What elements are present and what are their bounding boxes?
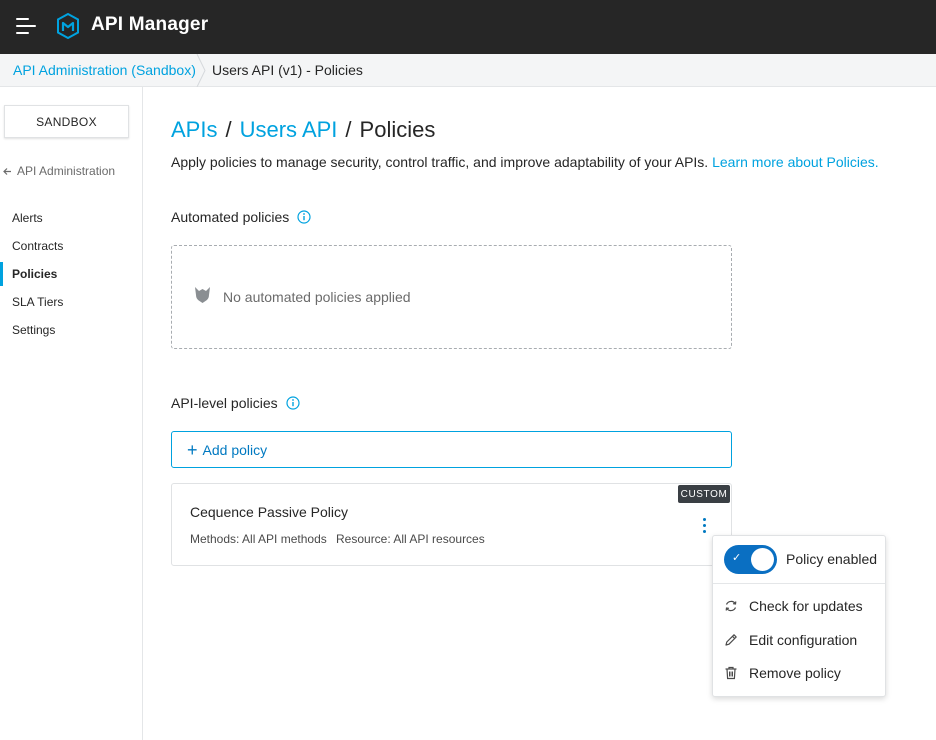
title-separator: / — [345, 117, 352, 142]
sidebar-item-label: Alerts — [12, 211, 43, 225]
breadcrumb: API Administration (Sandbox) Users API (… — [0, 54, 936, 87]
sidebar-item-settings[interactable]: Settings — [0, 318, 143, 342]
title-current: Policies — [359, 117, 436, 142]
sidebar-item-label: Policies — [12, 267, 58, 281]
toggle-knob — [751, 548, 774, 571]
menu-divider — [713, 583, 885, 584]
sidebar-item-alerts[interactable]: Alerts — [0, 206, 143, 230]
title-separator: / — [225, 117, 232, 142]
add-policy-label: Add policy — [202, 441, 268, 458]
hamburger-menu-icon[interactable] — [16, 17, 36, 35]
page-title: APIs / Users API / Policies — [171, 117, 435, 143]
policy-resource: Resource: All API resources — [336, 532, 485, 546]
breadcrumb-parent-link[interactable]: API Administration (Sandbox) — [13, 62, 196, 78]
menu-item-edit-configuration[interactable]: Edit configuration — [713, 625, 885, 655]
trash-icon — [725, 666, 737, 680]
app-title: API Manager — [91, 14, 209, 35]
description-text: Apply policies to manage security, contr… — [171, 154, 709, 170]
title-apis-link[interactable]: APIs — [171, 117, 217, 142]
page-description: Apply policies to manage security, contr… — [171, 154, 879, 170]
arrow-left-icon — [3, 167, 11, 175]
breadcrumb-current: Users API (v1) - Policies — [212, 62, 363, 78]
policy-enabled-label: Policy enabled — [786, 551, 878, 567]
sidebar-item-sla-tiers[interactable]: SLA Tiers — [0, 290, 143, 314]
mulesoft-logo-icon — [57, 13, 79, 39]
title-api-link[interactable]: Users API — [240, 117, 338, 142]
api-level-policies-title: API-level policies — [171, 395, 278, 411]
menu-item-label: Remove policy — [749, 665, 841, 681]
sidebar-item-policies[interactable]: Policies — [0, 262, 143, 286]
check-icon: ✓ — [732, 552, 742, 564]
custom-badge: CUSTOM — [678, 485, 730, 503]
environment-button[interactable]: SANDBOX — [4, 105, 129, 138]
learn-more-link[interactable]: Learn more about Policies. — [712, 154, 879, 170]
automated-policies-heading: Automated policies — [171, 209, 311, 225]
info-icon[interactable] — [286, 396, 300, 410]
sidebar-item-contracts[interactable]: Contracts — [0, 234, 143, 258]
policy-enabled-toggle[interactable]: ✓ — [724, 545, 777, 574]
policy-name: Cequence Passive Policy — [190, 504, 348, 520]
policy-shield-icon — [195, 287, 210, 303]
empty-state-text: No automated policies applied — [223, 289, 411, 305]
pencil-icon — [725, 634, 737, 646]
sidebar-item-label: SLA Tiers — [12, 295, 64, 309]
sidebar-item-label: Settings — [12, 323, 56, 337]
policy-actions-kebab-icon[interactable] — [698, 516, 712, 534]
policy-methods: Methods: All API methods — [190, 532, 327, 546]
sidebar: SANDBOX API Administration Alerts Contra… — [0, 87, 143, 740]
plus-icon: + — [187, 439, 198, 460]
menu-item-check-for-updates[interactable]: Check for updates — [713, 591, 885, 621]
menu-item-label: Edit configuration — [749, 632, 858, 648]
breadcrumb-separator-icon — [196, 54, 206, 87]
menu-item-label: Check for updates — [749, 598, 863, 614]
automated-policies-title: Automated policies — [171, 209, 290, 225]
add-policy-button[interactable]: + Add policy — [171, 431, 732, 468]
refresh-icon — [725, 600, 737, 612]
api-level-policies-heading: API-level policies — [171, 395, 300, 411]
policy-card — [171, 483, 732, 566]
menu-item-remove-policy[interactable]: Remove policy — [713, 658, 885, 688]
sidebar-item-label: Contracts — [12, 239, 64, 253]
back-to-api-administration-link[interactable]: API Administration — [3, 164, 115, 178]
info-icon[interactable] — [297, 210, 311, 224]
top-bar: API Manager — [0, 0, 936, 54]
back-link-label: API Administration — [17, 164, 116, 178]
